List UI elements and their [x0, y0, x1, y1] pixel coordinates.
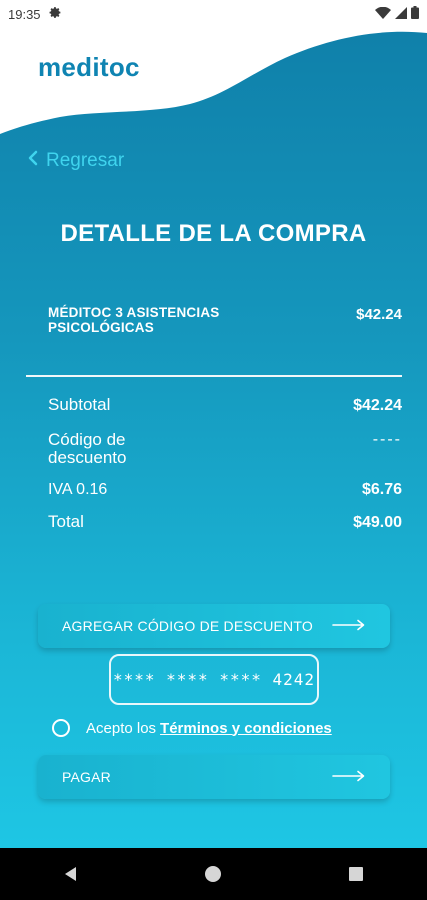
terms-row: Acepto los Términos y condiciones: [52, 719, 332, 737]
status-bar: 19:35: [0, 0, 427, 28]
status-icons: [375, 6, 419, 22]
iva-value: $6.76: [361, 481, 402, 498]
arrow-right-icon: [332, 769, 366, 785]
divider: [26, 375, 402, 377]
subtotal-label: Subtotal: [48, 395, 111, 414]
back-triangle-icon[interactable]: [41, 854, 101, 894]
product-name: MÉDITOC 3 ASISTENCIAS PSICOLÓGICAS: [48, 305, 220, 335]
product-price: $42.24: [356, 306, 402, 323]
iva-label: IVA 0.16: [48, 481, 108, 498]
pay-label: PAGAR: [62, 769, 111, 785]
pay-button[interactable]: PAGAR: [38, 755, 390, 799]
add-discount-code-label: AGREGAR CÓDIGO DE DESCUENTO: [62, 618, 313, 634]
battery-icon: [411, 6, 419, 22]
terms-prefix: Acepto los: [86, 719, 157, 737]
status-time: 19:35: [8, 6, 41, 22]
back-label: Regresar: [46, 150, 125, 171]
add-discount-code-button[interactable]: AGREGAR CÓDIGO DE DESCUENTO: [38, 604, 390, 648]
page-title: DETALLE DE LA COMPRA: [60, 220, 367, 247]
chevron-left-icon: [28, 150, 46, 172]
gear-icon: [49, 6, 62, 22]
signal-icon: [395, 6, 407, 22]
subtotal-value: $42.24: [353, 397, 402, 414]
masked-card-number: **** **** **** 4242: [112, 670, 316, 689]
terms-link[interactable]: Términos y condiciones: [160, 720, 332, 737]
system-navigation-bar: [0, 848, 427, 900]
app-screen: 19:35 meditoc Regresar DETALLE DE LA COM…: [0, 0, 427, 848]
terms-radio[interactable]: [52, 719, 70, 737]
discount-code-value: ----: [372, 431, 402, 448]
arrow-right-icon: [332, 618, 366, 634]
discount-code-label: Código de descuento: [48, 430, 127, 467]
saved-card-selector[interactable]: **** **** **** 4242: [109, 654, 319, 705]
home-circle-icon[interactable]: [183, 854, 243, 894]
recents-square-icon[interactable]: [326, 854, 386, 894]
total-label: Total: [48, 512, 84, 531]
total-value: $49.00: [353, 514, 402, 531]
meditoc-logo: meditoc: [38, 52, 140, 82]
wifi-icon: [375, 6, 391, 22]
back-button[interactable]: Regresar: [28, 150, 124, 172]
